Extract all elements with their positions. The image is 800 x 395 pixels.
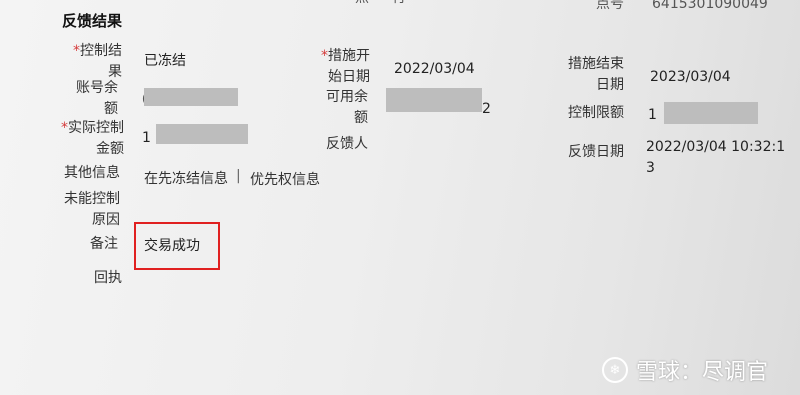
top-fragment-2: 行 xyxy=(392,0,406,9)
top-fragment-3: 点号 xyxy=(596,0,624,12)
measure-end-date-value: 2023/03/04 xyxy=(650,69,731,85)
measure-start-date-value: 2022/03/04 xyxy=(394,61,475,77)
control-result-label: *控制结果 xyxy=(73,43,122,80)
available-balance-value: 2 xyxy=(482,101,491,117)
account-balance-label: 账号余额 xyxy=(76,80,118,117)
receipt-label: 回执 xyxy=(94,270,122,286)
top-fragment-4: 6415301090049 xyxy=(652,0,768,12)
feedback-date-value: 2022/03/04 10:32:13 xyxy=(646,139,786,176)
available-balance-label: 可用余额 xyxy=(326,89,368,126)
control-result-value: 已冻结 xyxy=(144,53,186,69)
redacted-control-limit xyxy=(664,102,758,124)
section-title: 反馈结果 xyxy=(62,12,123,30)
actual-control-amount-label: *实际控制金额 xyxy=(61,120,124,157)
required-mark: * xyxy=(321,48,328,64)
redacted-actual-control-amount xyxy=(156,124,248,144)
watermark-text: 雪球：尽调官 xyxy=(636,360,769,385)
priority-info-link[interactable]: 优先权信息 xyxy=(250,169,320,189)
feedback-person-label: 反馈人 xyxy=(326,136,368,152)
remark-label: 备注 xyxy=(90,236,118,252)
measure-end-date-label: 措施结束日期 xyxy=(568,56,624,93)
remark-value: 交易成功 xyxy=(144,238,200,254)
required-mark: * xyxy=(61,120,68,136)
redacted-available-balance xyxy=(386,88,482,112)
snowball-logo-icon: ❄ xyxy=(602,357,628,383)
other-info-label: 其他信息 xyxy=(64,165,120,181)
control-limit-label: 控制限额 xyxy=(568,105,624,121)
measure-start-date-label: *措施开始日期 xyxy=(321,48,370,85)
top-fragment-1: 点 xyxy=(355,0,369,9)
actual-control-amount-value: 1 xyxy=(142,130,151,146)
control-limit-value: 1 xyxy=(648,107,657,123)
prior-freeze-info-link[interactable]: 在先冻结信息 xyxy=(144,168,228,188)
redacted-account-balance xyxy=(144,88,238,106)
feedback-date-label: 反馈日期 xyxy=(568,144,624,160)
uncontrolled-reason-label: 未能控制原因 xyxy=(64,191,120,228)
link-separator: | xyxy=(236,168,241,184)
required-mark: * xyxy=(73,43,80,59)
